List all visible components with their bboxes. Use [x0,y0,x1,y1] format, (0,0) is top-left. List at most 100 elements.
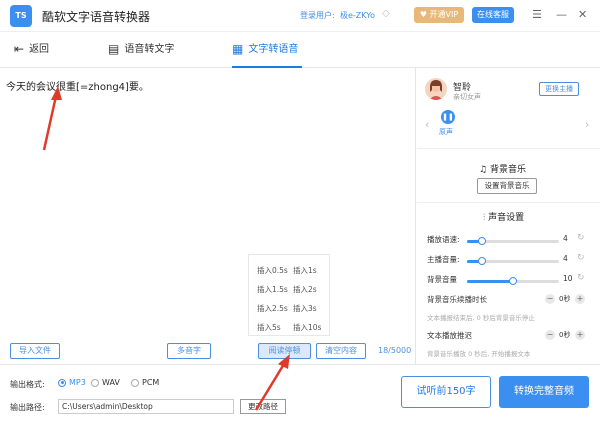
format-label: 输出格式: [10,380,45,389]
insert-pause-option[interactable]: 插入1s [293,265,317,276]
voice-to-text-icon: ▤ [108,42,120,56]
tab-voice-to-text-label: 语音转文字 [124,44,175,55]
convert-audio-button[interactable]: 转换完整音频 [499,376,589,408]
tab-back-label: 返回 [29,44,50,55]
bgm-title-label: 背景音乐 [489,165,526,175]
vip-button[interactable]: ♥ 开通VIP [414,7,464,23]
radio-dot[interactable] [58,378,66,387]
tab-voice-to-text[interactable]: ▤ 语音转文字 [108,32,174,68]
volume-value: 4 [563,254,568,263]
speed-knob[interactable] [477,237,486,245]
voice-preview-label: 原声 [439,128,453,136]
change-voice-button[interactable]: 更换主播 [539,82,579,96]
voice-preview[interactable]: ❚❚ 原声 [437,108,461,142]
chevron-right-icon[interactable]: › [585,118,589,131]
speed-slider[interactable] [467,237,559,245]
plus-icon[interactable]: + [575,330,585,340]
voice-description: 亲切女声 [453,93,481,101]
login-label: 登录用户: [300,11,335,20]
reset-icon[interactable]: ↻ [577,253,585,263]
close-button[interactable]: ✕ [578,8,587,22]
back-icon: ⇤ [14,42,25,56]
minus-icon[interactable]: − [545,294,555,304]
insert-pause-option[interactable]: 插入1.5s [257,284,288,295]
try-listen-button[interactable]: 试听前150字 [401,376,491,408]
menu-icon[interactable]: ☰ [532,8,542,22]
vip-label: 开通VIP [429,10,459,19]
bgm-delay-stepper[interactable]: − 0秒 + [545,294,585,306]
text-delay-label: 文本播放推迟 [427,331,472,340]
format-wav-radio[interactable]: WAV [91,378,120,387]
text-delay-stepper[interactable]: − 0秒 + [545,330,585,342]
sound-settings-title: ⫶ 声音设置 [483,210,524,223]
chevron-left-icon[interactable]: ‹ [425,118,429,131]
settings-panel: 智聆 亲切女声 更换主播 ‹ › ❚❚ 原声 ♫ 背景音乐 设置背景音乐 ⫶ 声… [417,68,600,364]
import-file-button[interactable]: 导入文件 [10,343,60,359]
speed-label: 播放语速: [427,235,460,244]
app-title: 酷软文字语音转换器 [42,10,151,24]
bgm-volume-knob[interactable] [509,277,517,285]
divider [417,148,600,149]
set-bgm-button[interactable]: 设置背景音乐 [477,178,537,194]
speed-value: 4 [563,234,568,243]
change-path-button[interactable]: 更改路径 [240,399,286,414]
insert-pause-option[interactable]: 插入0.5s [257,265,288,276]
path-label: 输出路径: [10,403,45,412]
text-editor[interactable]: 今天的会议很重[=zhong4]要。 [0,68,416,364]
reading-pause-button[interactable]: 阅读停顿 [258,343,311,359]
sliders-icon: ⫶ [483,213,486,223]
format-pcm-radio[interactable]: PCM [131,378,159,387]
voice-avatar [425,78,447,100]
pause-icon[interactable]: ❚❚ [441,110,455,124]
insert-pause-option[interactable]: 插入5s [257,322,281,333]
clear-content-button[interactable]: 清空内容 [316,343,366,359]
title-bar: TS 酷软文字语音转换器 登录用户: 极e-ZKYo ◇ ♥ 开通VIP 在线客… [0,0,600,32]
editor-content[interactable]: 今天的会议很重[=zhong4]要。 [6,78,149,93]
minimize-button[interactable]: — [556,8,567,22]
sound-settings-label: 声音设置 [488,213,525,223]
bgm-title: ♫ 背景音乐 [479,162,526,175]
volume-slider-row: 主播音量: 4 ↻ [417,253,600,268]
text-delay-value: 0秒 [559,331,571,339]
insert-pause-option[interactable]: 插入2.5s [257,303,288,314]
bgm-delay-value: 0秒 [559,295,571,303]
app-logo: TS [10,5,32,27]
volume-slider[interactable] [467,257,559,265]
volume-knob[interactable] [477,257,486,265]
tab-text-to-voice[interactable]: ▦ 文字转语音 [232,32,303,68]
format-wav-label: WAV [102,378,120,387]
insert-pause-option[interactable]: 插入2s [293,284,317,295]
radio-dot[interactable] [91,378,99,387]
divider [417,202,600,203]
user-name[interactable]: 极e-ZKYo [340,10,375,21]
diamond-icon: ◇ [382,8,390,19]
format-mp3-label: MP3 [69,378,86,387]
tab-bar: ⇤ 返回 ▤ 语音转文字 ▦ 文字转语音 [0,32,600,68]
minus-icon[interactable]: − [545,330,555,340]
bgm-volume-value: 10 [563,274,573,283]
reset-icon[interactable]: ↻ [577,233,585,243]
bgm-delay-hint: 文本播报结束后, 0 秒后背景音乐停止 [427,314,535,322]
output-path-field[interactable]: C:\Users\admin\Desktop [58,399,234,414]
speed-slider-row: 播放语速: 4 ↻ [417,233,600,248]
online-service-button[interactable]: 在线客服 [472,7,514,23]
radio-dot[interactable] [131,378,139,387]
bgm-volume-label: 背景音量 [427,275,457,284]
insert-pause-option[interactable]: 插入10s [293,322,321,333]
text-delay-hint: 背景音乐播放 0 秒后, 开始播报文本 [427,350,531,358]
pause-insert-panel: 插入0.5s 插入1s 插入1.5s 插入2s 插入2.5s 插入3s 插入5s… [248,254,330,336]
bgm-volume-slider-row: 背景音量 10 ↻ [417,273,600,288]
format-pcm-label: PCM [142,378,160,387]
char-count: 18/5000 [378,346,412,355]
bgm-delay-label: 背景音乐续播时长 [427,295,487,304]
tab-back[interactable]: ⇤ 返回 [14,32,49,68]
polyphone-button[interactable]: 多音字 [167,343,211,359]
insert-pause-option[interactable]: 插入3s [293,303,317,314]
text-to-voice-icon: ▦ [232,42,244,56]
bgm-volume-fill [467,280,513,283]
volume-label: 主播音量: [427,255,460,264]
reset-icon[interactable]: ↻ [577,273,585,283]
bgm-volume-slider[interactable] [467,277,559,285]
plus-icon[interactable]: + [575,294,585,304]
format-mp3-radio[interactable]: MP3 [58,378,86,387]
